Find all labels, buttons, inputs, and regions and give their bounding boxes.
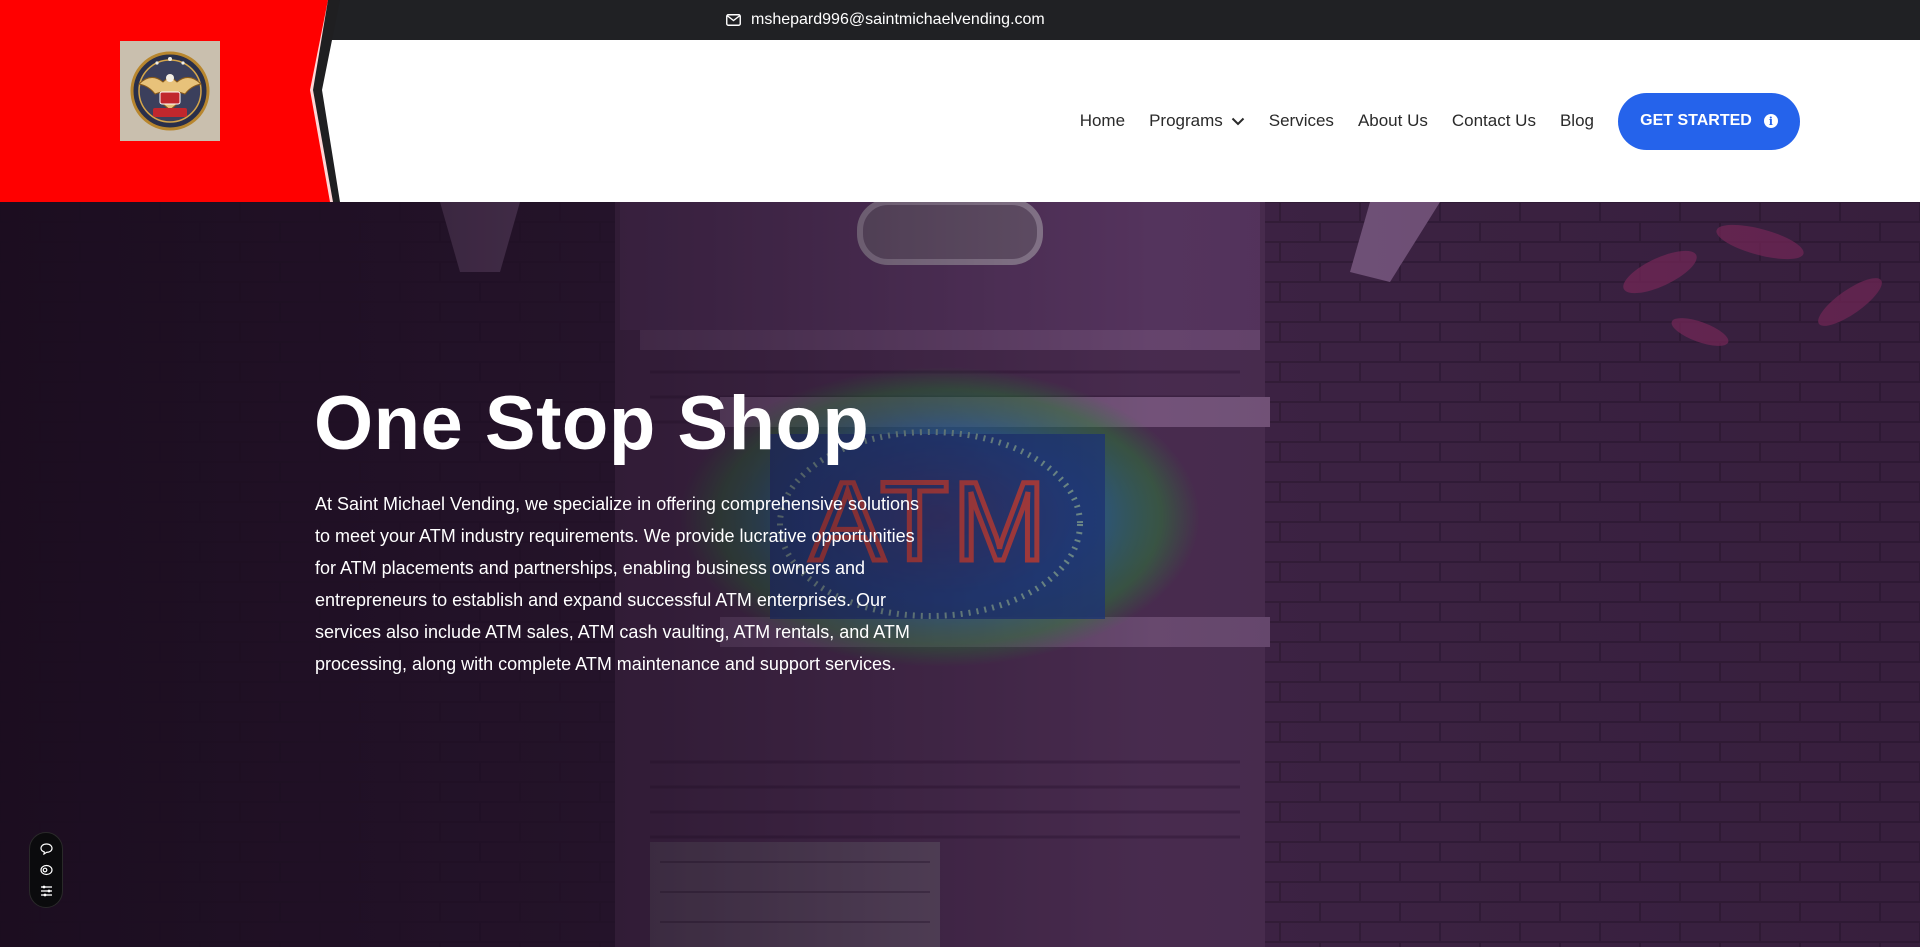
eagle-emblem-icon (130, 51, 210, 131)
nav-programs[interactable]: Programs (1149, 111, 1245, 131)
hero-section: ATM One Stop Shop At Saint Michael Vendi… (0, 202, 1920, 947)
nav-blog[interactable]: Blog (1560, 111, 1594, 131)
main-navigation: Home Programs Services About Us Contact … (1080, 40, 1920, 202)
contact-email[interactable]: mshepard996@saintmichaelvending.com (726, 0, 1045, 40)
settings-list-icon[interactable] (38, 883, 54, 899)
atm-storefront-background: ATM (0, 202, 1920, 947)
get-started-button[interactable]: GET STARTED i (1618, 92, 1800, 150)
info-icon: i (1763, 114, 1778, 128)
hero-title: One Stop Shop (314, 381, 870, 466)
site-logo[interactable] (120, 41, 220, 141)
email-text: mshepard996@saintmichaelvending.com (751, 11, 1045, 28)
hero-description: At Saint Michael Vending, we specialize … (315, 494, 920, 674)
nav-services[interactable]: Services (1269, 111, 1334, 131)
get-started-label: GET STARTED (1640, 112, 1752, 129)
nav-about[interactable]: About Us (1358, 111, 1428, 131)
nav-contact[interactable]: Contact Us (1452, 111, 1536, 131)
accessibility-icon[interactable] (38, 862, 54, 878)
envelope-icon (726, 14, 741, 26)
chat-bubble-icon[interactable] (38, 841, 54, 857)
nav-programs-label: Programs (1149, 111, 1223, 130)
nav-home[interactable]: Home (1080, 111, 1125, 131)
floating-tools-widget (29, 832, 63, 908)
chevron-down-icon (1231, 117, 1244, 125)
